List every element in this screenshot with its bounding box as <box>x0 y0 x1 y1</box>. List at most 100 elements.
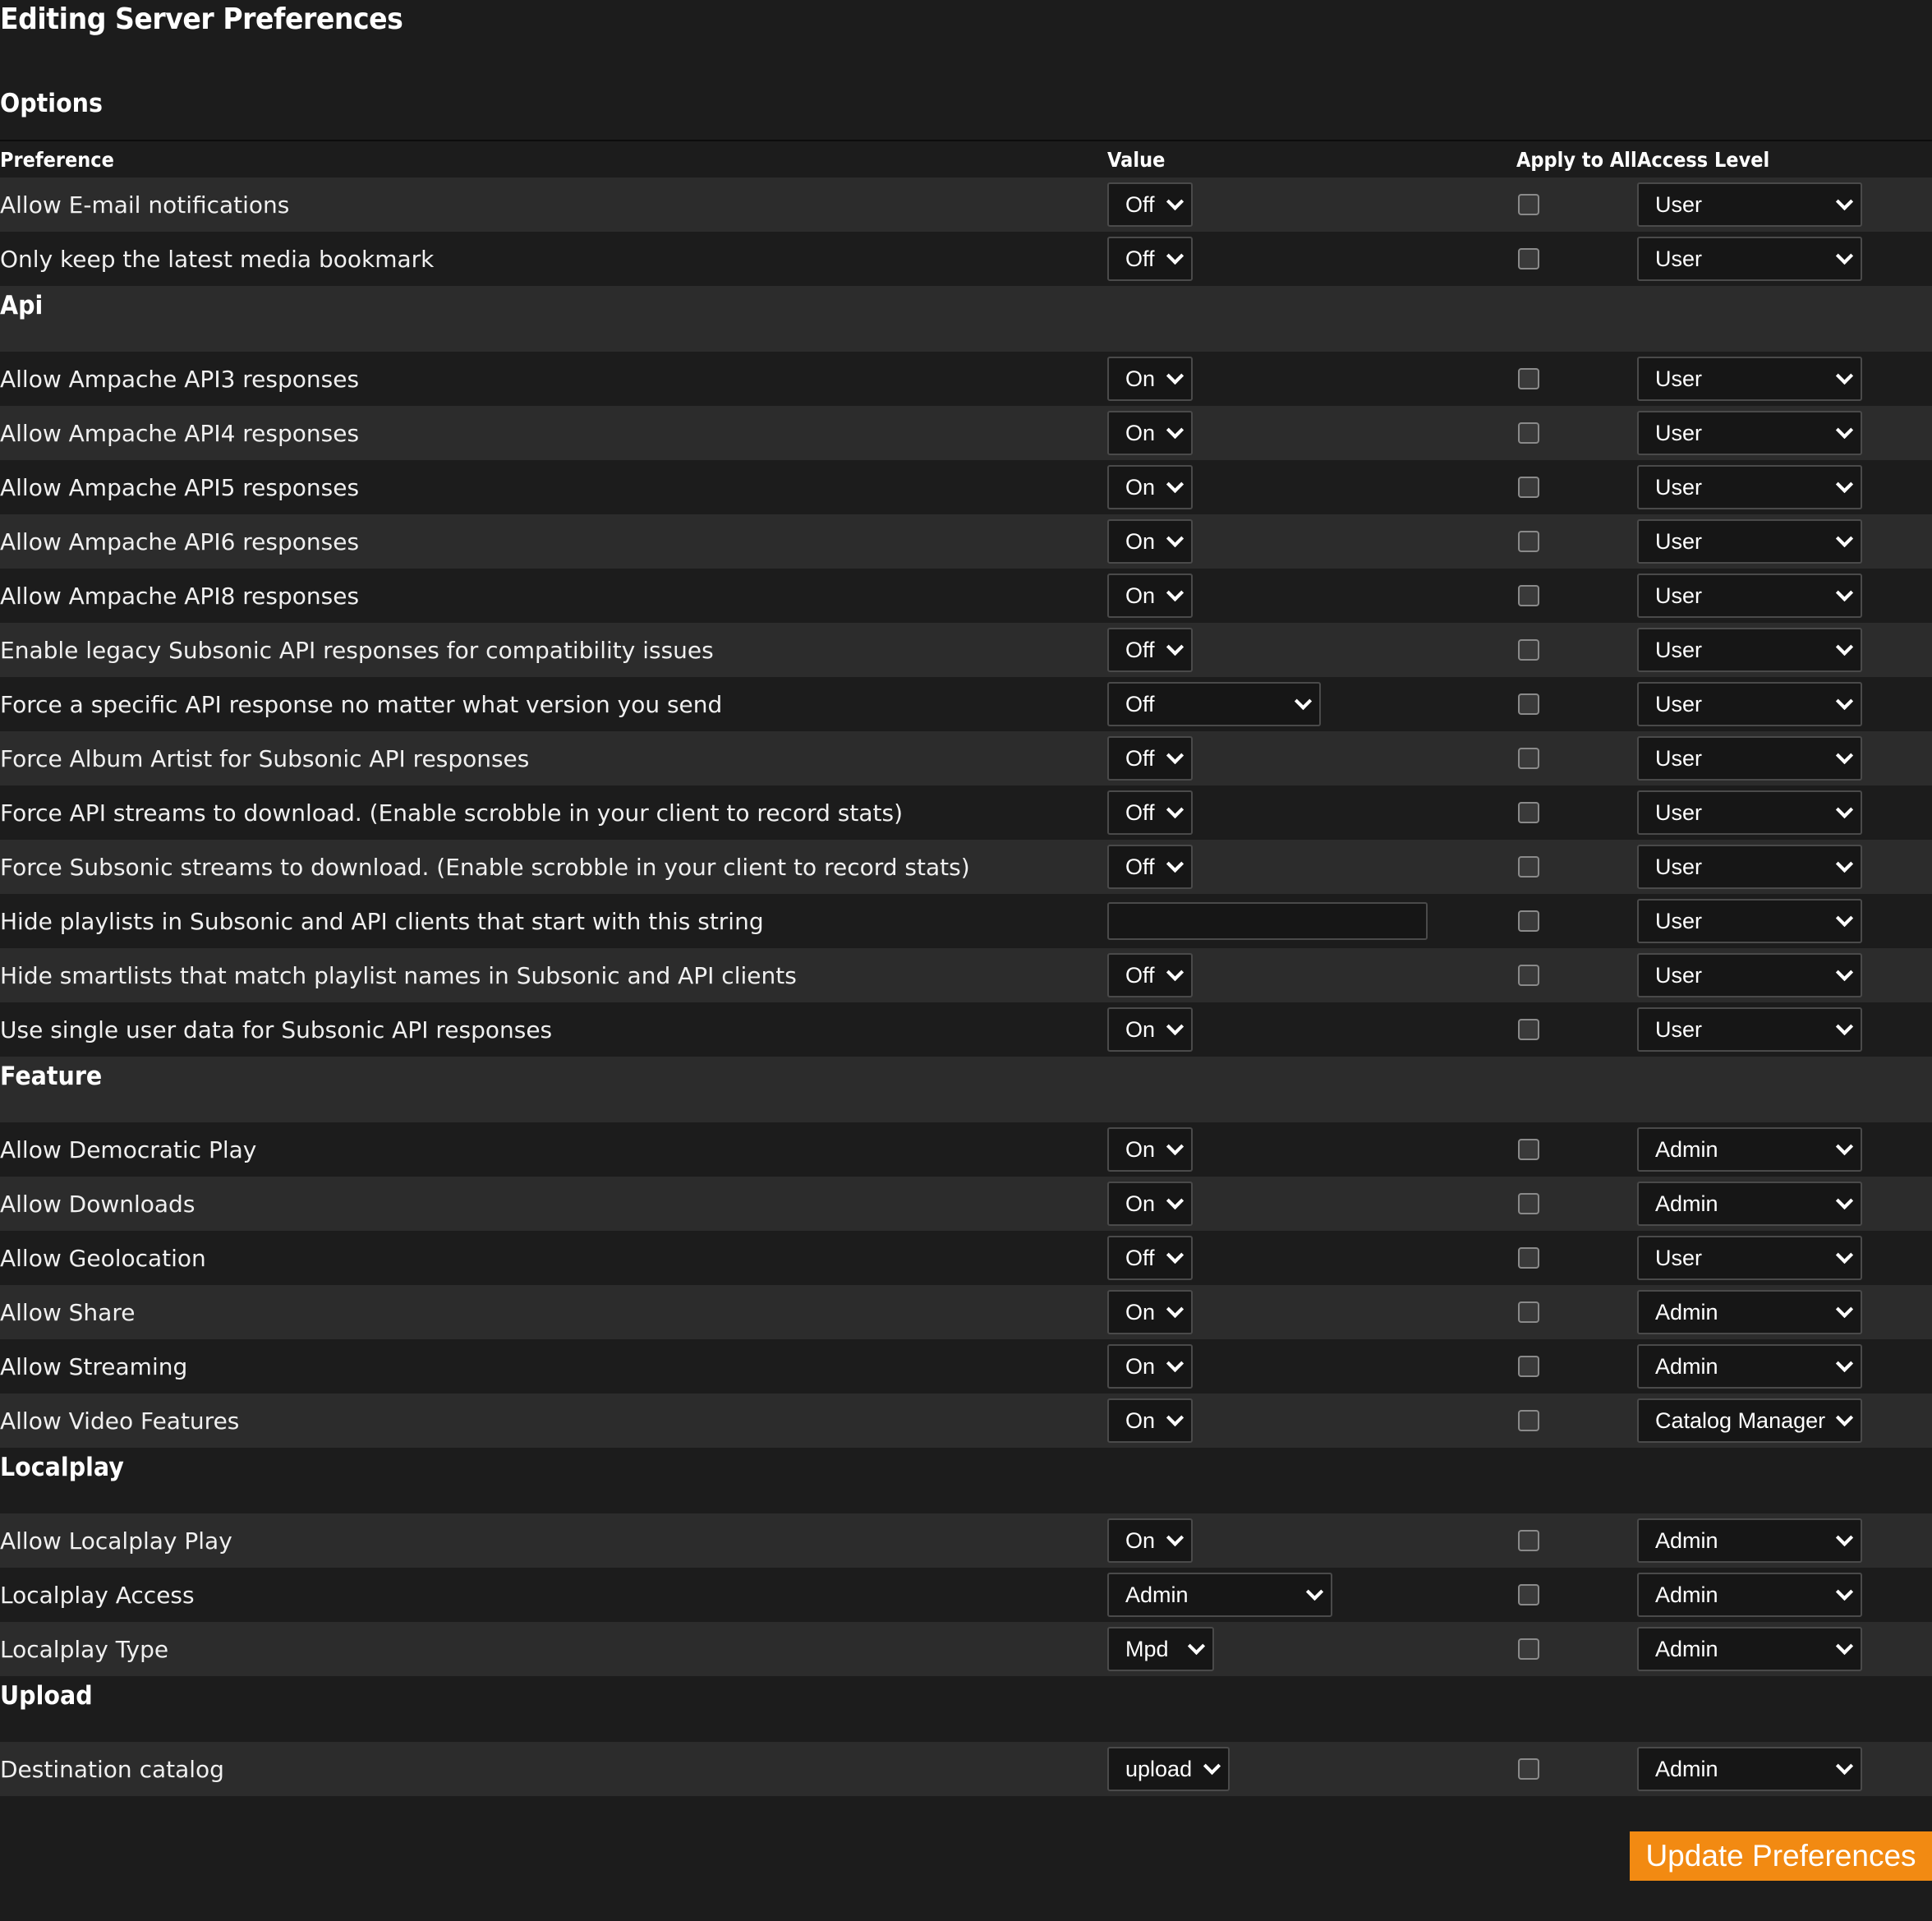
access-level-select[interactable]: Admin <box>1637 1127 1862 1172</box>
value-select[interactable]: On <box>1107 574 1193 618</box>
chevron-down-icon <box>1166 475 1184 494</box>
apply-to-all-checkbox[interactable] <box>1518 531 1539 552</box>
access-level-select[interactable]: User <box>1637 182 1862 227</box>
value-select[interactable]: On <box>1107 1290 1193 1334</box>
apply-to-all-checkbox[interactable] <box>1518 1356 1539 1377</box>
value-select[interactable]: On <box>1107 1344 1193 1389</box>
apply-to-all-checkbox[interactable] <box>1518 422 1539 444</box>
apply-to-all-checkbox[interactable] <box>1518 1758 1539 1780</box>
access-level-select[interactable]: User <box>1637 736 1862 781</box>
access-level-select[interactable]: Admin <box>1637 1573 1862 1617</box>
apply-to-all-checkbox[interactable] <box>1518 639 1539 661</box>
value-select[interactable]: upload <box>1107 1747 1230 1791</box>
chevron-down-icon <box>1166 746 1184 765</box>
access-level-select[interactable]: User <box>1637 682 1862 726</box>
value-select[interactable]: On <box>1107 1007 1193 1052</box>
table-row: Use single user data for Subsonic API re… <box>0 1002 1932 1057</box>
value-select[interactable]: Off <box>1107 953 1193 997</box>
apply-to-all-checkbox[interactable] <box>1518 1410 1539 1431</box>
access-level-select[interactable]: User <box>1637 1007 1862 1052</box>
value-select[interactable]: Admin <box>1107 1573 1332 1617</box>
value-select[interactable]: Off <box>1107 1236 1193 1280</box>
apply-to-all-checkbox[interactable] <box>1518 368 1539 389</box>
value-select[interactable]: On <box>1107 411 1193 455</box>
pref-label: Use single user data for Subsonic API re… <box>0 1016 553 1043</box>
access-level-select[interactable]: Admin <box>1637 1518 1862 1563</box>
table-row: Allow Streaming On Admin <box>0 1339 1932 1394</box>
apply-to-all-checkbox[interactable] <box>1518 965 1539 986</box>
access-level-select[interactable]: User <box>1637 628 1862 672</box>
chevron-down-icon <box>1166 1528 1184 1547</box>
table-row: Force API streams to download. (Enable s… <box>0 785 1932 840</box>
access-level-select[interactable]: User <box>1637 574 1862 618</box>
access-level-select[interactable]: User <box>1637 411 1862 455</box>
value-select[interactable]: Off <box>1107 682 1321 726</box>
apply-to-all-checkbox[interactable] <box>1518 1193 1539 1214</box>
apply-to-all-checkbox[interactable] <box>1518 856 1539 878</box>
value-select[interactable]: On <box>1107 519 1193 564</box>
page-title: Editing Server Preferences <box>0 2 403 36</box>
apply-to-all-checkbox[interactable] <box>1518 693 1539 715</box>
access-level-select[interactable]: User <box>1637 1236 1862 1280</box>
pref-label: Hide playlists in Subsonic and API clien… <box>0 907 764 935</box>
access-level-select[interactable]: Catalog Manager <box>1637 1398 1862 1443</box>
preferences-table: Preference Value Apply to All Access Lev… <box>0 141 1932 1796</box>
value-select[interactable]: Off <box>1107 182 1193 227</box>
apply-to-all-checkbox[interactable] <box>1518 1301 1539 1323</box>
chevron-down-icon <box>1835 963 1854 982</box>
value-select[interactable]: On <box>1107 1182 1193 1226</box>
apply-to-all-checkbox[interactable] <box>1518 910 1539 932</box>
value-select[interactable]: Mpd <box>1107 1627 1214 1671</box>
apply-to-all-checkbox[interactable] <box>1518 1139 1539 1160</box>
access-level-select[interactable]: Admin <box>1637 1627 1862 1671</box>
value-select[interactable]: On <box>1107 357 1193 401</box>
chevron-down-icon <box>1835 192 1854 211</box>
update-preferences-button[interactable]: Update Preferences <box>1630 1831 1932 1881</box>
apply-to-all-checkbox[interactable] <box>1518 477 1539 498</box>
apply-to-all-checkbox[interactable] <box>1518 1530 1539 1551</box>
table-row: Force Subsonic streams to download. (Ena… <box>0 840 1932 894</box>
access-level-select[interactable]: Admin <box>1637 1290 1862 1334</box>
table-row: Enable legacy Subsonic API responses for… <box>0 623 1932 677</box>
value-select[interactable]: On <box>1107 465 1193 509</box>
chevron-down-icon <box>1835 909 1854 928</box>
chevron-down-icon <box>1835 529 1854 548</box>
chevron-down-icon <box>1166 583 1184 602</box>
access-level-select[interactable]: User <box>1637 465 1862 509</box>
access-level-select[interactable]: Admin <box>1637 1344 1862 1389</box>
access-level-select[interactable]: User <box>1637 519 1862 564</box>
apply-to-all-checkbox[interactable] <box>1518 748 1539 769</box>
apply-to-all-checkbox[interactable] <box>1518 1019 1539 1040</box>
apply-to-all-checkbox[interactable] <box>1518 248 1539 269</box>
hide-playlists-text-input[interactable] <box>1107 902 1428 940</box>
apply-to-all-checkbox[interactable] <box>1518 1584 1539 1605</box>
apply-to-all-checkbox[interactable] <box>1518 1638 1539 1660</box>
access-level-select[interactable]: User <box>1637 357 1862 401</box>
section-label: Upload <box>0 1681 93 1711</box>
pref-label: Force a specific API response no matter … <box>0 690 723 718</box>
value-select[interactable]: Off <box>1107 845 1193 889</box>
apply-to-all-checkbox[interactable] <box>1518 802 1539 823</box>
apply-to-all-checkbox[interactable] <box>1518 585 1539 606</box>
access-level-select[interactable]: User <box>1637 237 1862 281</box>
value-select[interactable]: Off <box>1107 790 1193 835</box>
access-level-select[interactable]: User <box>1637 953 1862 997</box>
value-select[interactable]: On <box>1107 1127 1193 1172</box>
value-select[interactable]: On <box>1107 1398 1193 1443</box>
value-select[interactable]: Off <box>1107 237 1193 281</box>
chevron-down-icon <box>1835 421 1854 440</box>
chevron-down-icon <box>1835 1757 1854 1776</box>
value-select[interactable]: On <box>1107 1518 1193 1563</box>
chevron-down-icon <box>1166 1408 1184 1427</box>
value-select[interactable]: Off <box>1107 736 1193 781</box>
apply-to-all-checkbox[interactable] <box>1518 1247 1539 1269</box>
apply-to-all-checkbox[interactable] <box>1518 194 1539 215</box>
value-select[interactable]: Off <box>1107 628 1193 672</box>
pref-label: Localplay Type <box>0 1635 169 1663</box>
access-level-select[interactable]: User <box>1637 790 1862 835</box>
access-level-select[interactable]: User <box>1637 845 1862 889</box>
table-row: Allow Geolocation Off User <box>0 1231 1932 1285</box>
access-level-select[interactable]: Admin <box>1637 1182 1862 1226</box>
access-level-select[interactable]: Admin <box>1637 1747 1862 1791</box>
access-level-select[interactable]: User <box>1637 899 1862 943</box>
